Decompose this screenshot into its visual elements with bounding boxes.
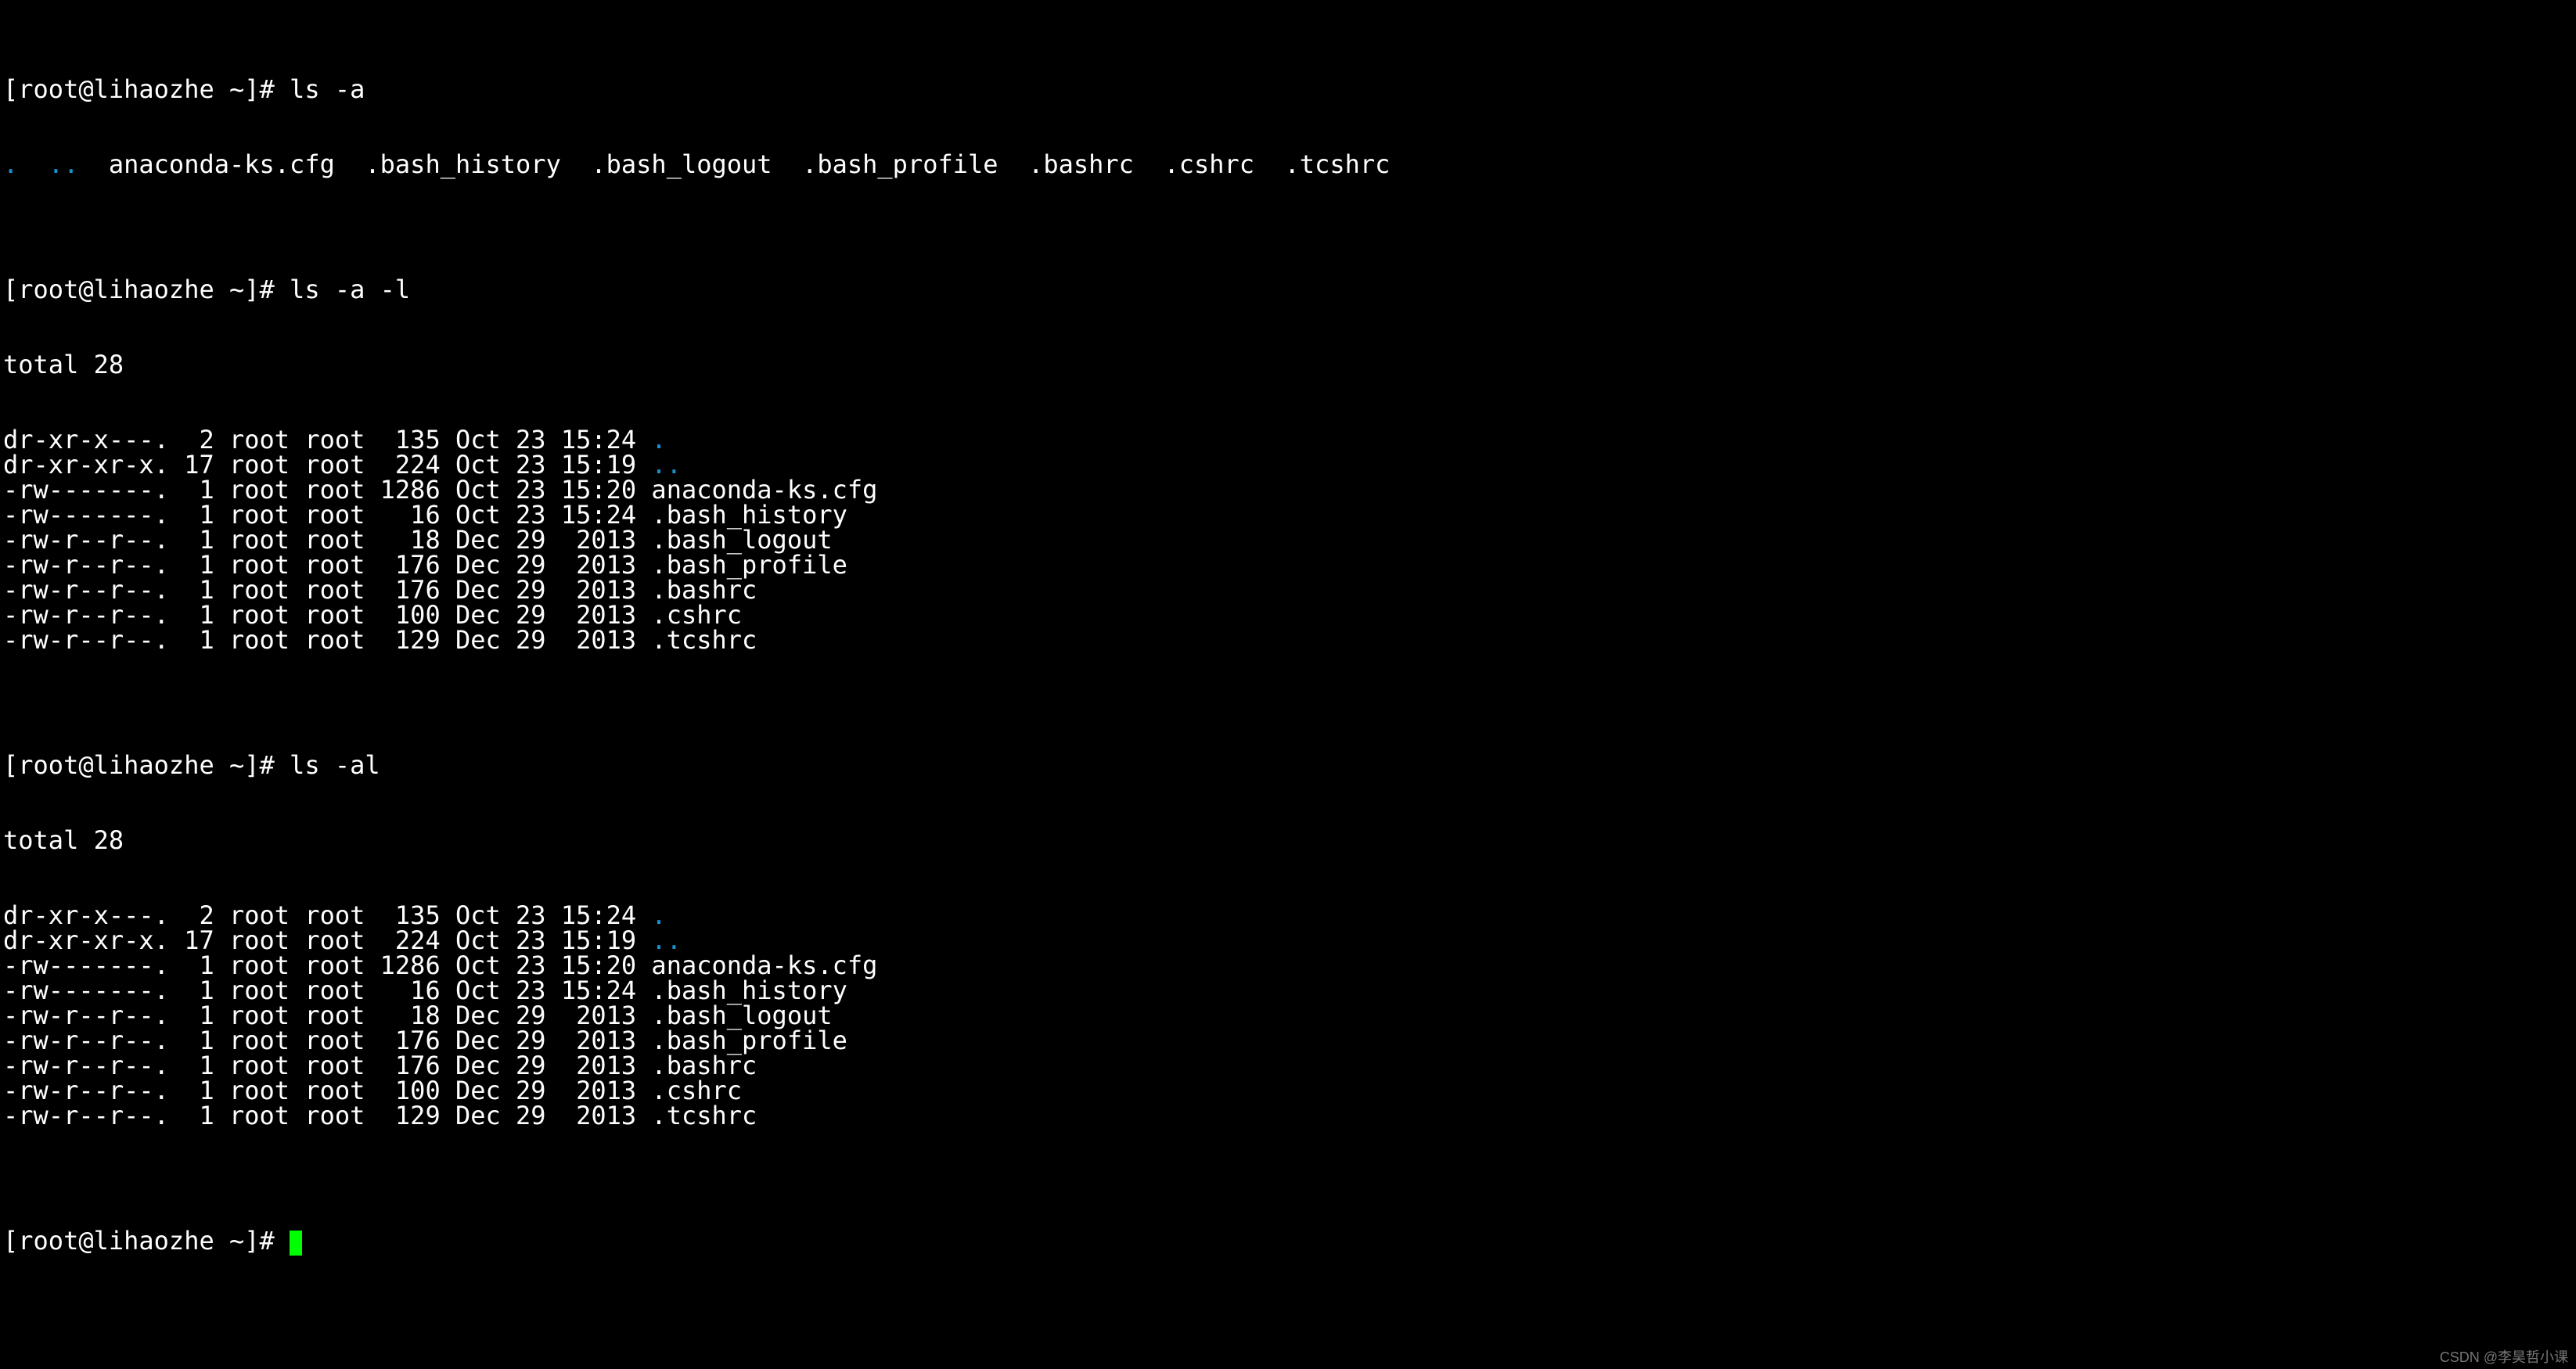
dir-dotdot: .. xyxy=(49,149,79,179)
prompt: [root@lihaozhe ~]# xyxy=(3,1226,290,1256)
file-meta: -rw-r--r--. 1 root root 129 Dec 29 2013 xyxy=(3,625,651,655)
total-line-2: total 28 xyxy=(3,828,2573,853)
dir-dot: . xyxy=(3,149,18,179)
listing-row: dr-xr-xr-x. 17 root root 224 Oct 23 15:1… xyxy=(3,928,2573,953)
listing-row: dr-xr-xr-x. 17 root root 224 Oct 23 15:1… xyxy=(3,452,2573,477)
total-line-1: total 28 xyxy=(3,352,2573,377)
listing-row: -rw-r--r--. 1 root root 129 Dec 29 2013 … xyxy=(3,627,2573,652)
listing-row: -rw-r--r--. 1 root root 129 Dec 29 2013 … xyxy=(3,1103,2573,1128)
prompt-line-1: [root@lihaozhe ~]# ls -a xyxy=(3,77,2573,102)
prompt-line-3: [root@lihaozhe ~]# ls -al xyxy=(3,753,2573,778)
listing-row: -rw-r--r--. 1 root root 100 Dec 29 2013 … xyxy=(3,602,2573,627)
listing-block-2: dr-xr-x---. 2 root root 135 Oct 23 15:24… xyxy=(3,903,2573,1128)
listing-row: -rw-r--r--. 1 root root 176 Dec 29 2013 … xyxy=(3,1053,2573,1078)
listing-row: -rw-------. 1 root root 16 Oct 23 15:24 … xyxy=(3,978,2573,1003)
ls-a-output: . .. anaconda-ks.cfg .bash_history .bash… xyxy=(3,152,2573,177)
listing-block-1: dr-xr-x---. 2 root root 135 Oct 23 15:24… xyxy=(3,427,2573,652)
cursor[interactable] xyxy=(290,1231,302,1256)
listing-row: dr-xr-x---. 2 root root 135 Oct 23 15:24… xyxy=(3,903,2573,928)
watermark: CSDN @李昊哲小课 xyxy=(2440,1350,2568,1364)
listing-row: dr-xr-x---. 2 root root 135 Oct 23 15:24… xyxy=(3,427,2573,452)
ls-a-rest: anaconda-ks.cfg .bash_history .bash_logo… xyxy=(78,149,1390,179)
file-name: .tcshrc xyxy=(651,1101,757,1130)
file-meta: -rw-r--r--. 1 root root 129 Dec 29 2013 xyxy=(3,1101,651,1130)
listing-row: -rw-------. 1 root root 1286 Oct 23 15:2… xyxy=(3,477,2573,502)
command-3: ls -al xyxy=(290,750,380,780)
prompt-line-2: [root@lihaozhe ~]# ls -a -l xyxy=(3,277,2573,302)
listing-row: -rw-------. 1 root root 1286 Oct 23 15:2… xyxy=(3,953,2573,978)
prompt-line-4[interactable]: [root@lihaozhe ~]# xyxy=(3,1228,2573,1256)
terminal[interactable]: [root@lihaozhe ~]# ls -a . .. anaconda-k… xyxy=(0,0,2576,1282)
command-1: ls -a xyxy=(290,74,365,104)
listing-row: -rw-r--r--. 1 root root 176 Dec 29 2013 … xyxy=(3,577,2573,602)
prompt: [root@lihaozhe ~]# xyxy=(3,275,290,304)
listing-row: -rw-r--r--. 1 root root 100 Dec 29 2013 … xyxy=(3,1078,2573,1103)
prompt: [root@lihaozhe ~]# xyxy=(3,74,290,104)
listing-row: -rw-r--r--. 1 root root 18 Dec 29 2013 .… xyxy=(3,527,2573,552)
prompt: [root@lihaozhe ~]# xyxy=(3,750,290,780)
command-2: ls -a -l xyxy=(290,275,410,304)
file-name: .tcshrc xyxy=(651,625,757,655)
listing-row: -rw-r--r--. 1 root root 176 Dec 29 2013 … xyxy=(3,552,2573,577)
listing-row: -rw-r--r--. 1 root root 176 Dec 29 2013 … xyxy=(3,1028,2573,1053)
listing-row: -rw-------. 1 root root 16 Oct 23 15:24 … xyxy=(3,502,2573,527)
listing-row: -rw-r--r--. 1 root root 18 Dec 29 2013 .… xyxy=(3,1003,2573,1028)
